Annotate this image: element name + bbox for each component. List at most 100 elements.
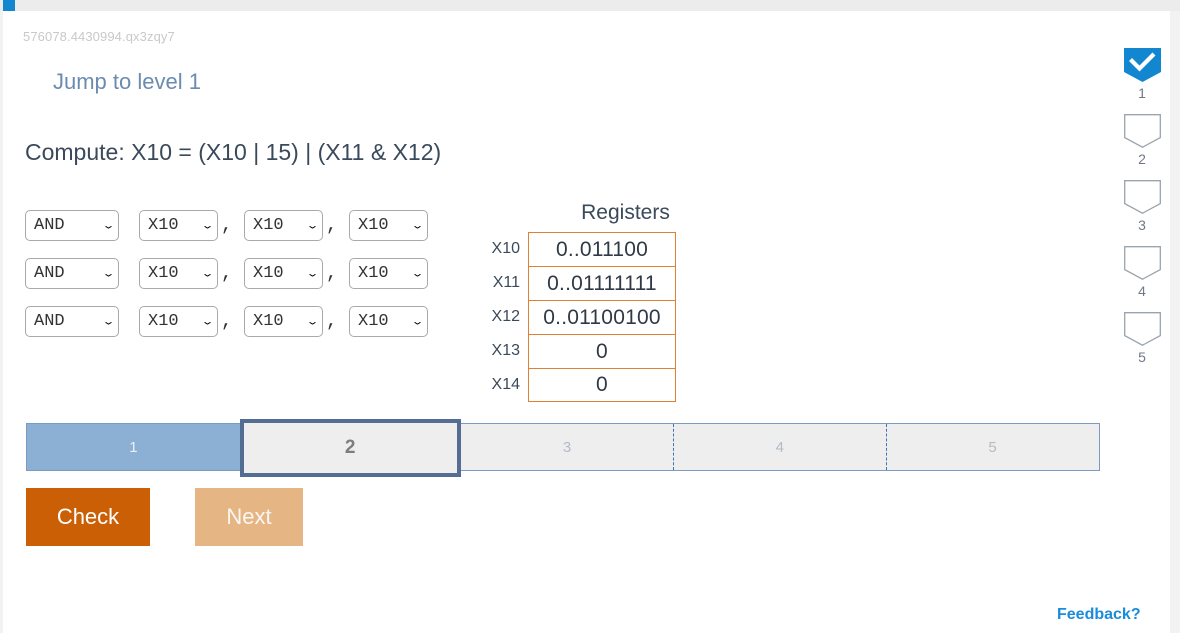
register-2-name: X12 — [491, 308, 520, 325]
register-row: X12 0..01100100 — [483, 300, 723, 334]
separator-comma: , — [221, 262, 233, 284]
instruction-1-rs1-select[interactable]: X10 ⌄ — [244, 257, 323, 289]
chevron-down-icon: ⌄ — [200, 267, 215, 279]
instruction-0-rs1-value: X10 — [253, 215, 284, 235]
checked-shield-icon — [1123, 48, 1161, 82]
instruction-row: AND ⌄ X10 ⌄ , X10 ⌄ , X10 ⌄ — [25, 297, 428, 345]
register-0-value: 0..011100 — [528, 232, 676, 266]
step-4-label: 4 — [775, 438, 784, 456]
instruction-0-rd-value: X10 — [148, 215, 179, 235]
level-badge-2[interactable]: 2 — [1113, 114, 1171, 166]
chevron-down-icon: ⌄ — [305, 219, 320, 231]
registers-title: Registers — [581, 201, 670, 224]
instruction-2-rd-select[interactable]: X10 ⌄ — [139, 305, 218, 337]
activity-id-label: 576078.4430994.qx3zqy7 — [23, 29, 175, 44]
instruction-2-rs2-select[interactable]: X10 ⌄ — [349, 305, 428, 337]
step-progress-bar: 1 2 3 4 5 — [26, 419, 1100, 477]
chevron-down-icon: ⌄ — [200, 315, 215, 327]
separator-comma: , — [221, 214, 233, 236]
chevron-down-icon: ⌄ — [101, 315, 116, 327]
step-1-label: 1 — [129, 438, 138, 456]
register-row: X10 0..011100 — [483, 232, 723, 266]
level-badge-3-label: 3 — [1138, 217, 1146, 233]
step-3[interactable]: 3 — [460, 424, 674, 470]
chevron-down-icon: ⌄ — [410, 315, 425, 327]
instruction-2-rs2-value: X10 — [358, 311, 389, 331]
feedback-link[interactable]: Feedback? — [1057, 606, 1141, 624]
instruction-1-rd-select[interactable]: X10 ⌄ — [139, 257, 218, 289]
browser-top-strip — [0, 0, 1180, 11]
instruction-0-opcode-value: AND — [34, 215, 65, 235]
level-badge-2-label: 2 — [1138, 151, 1146, 167]
chevron-down-icon: ⌄ — [101, 267, 116, 279]
instruction-1-rs2-select[interactable]: X10 ⌄ — [349, 257, 428, 289]
step-4[interactable]: 4 — [673, 424, 887, 470]
instruction-0-rs2-value: X10 — [358, 215, 389, 235]
level-badge-4[interactable]: 4 — [1113, 246, 1171, 298]
chevron-down-icon: ⌄ — [305, 267, 320, 279]
instruction-0-rd-select[interactable]: X10 ⌄ — [139, 209, 218, 241]
instruction-2-rs1-value: X10 — [253, 311, 284, 331]
chevron-down-icon: ⌄ — [410, 219, 425, 231]
step-2-label: 2 — [344, 437, 356, 458]
instruction-0-rs2-select[interactable]: X10 ⌄ — [349, 209, 428, 241]
empty-shield-icon — [1123, 114, 1161, 148]
level-badge-1[interactable]: 1 — [1113, 48, 1171, 100]
chevron-down-icon: ⌄ — [101, 219, 116, 231]
chevron-down-icon: ⌄ — [305, 315, 320, 327]
instruction-row: AND ⌄ X10 ⌄ , X10 ⌄ , X10 ⌄ — [25, 249, 428, 297]
step-3-label: 3 — [562, 438, 572, 456]
page-title: Compute: X10 = (X10 | 15) | (X11 & X12) — [25, 139, 442, 165]
instruction-1-rs1-value: X10 — [253, 263, 284, 283]
register-1-name: X11 — [492, 274, 520, 291]
check-button[interactable]: Check — [26, 488, 150, 546]
activity-content: 576078.4430994.qx3zqy7 Jump to level 1 C… — [3, 11, 1141, 633]
register-3-value: 0 — [528, 334, 676, 368]
separator-comma: , — [326, 310, 338, 332]
step-2[interactable]: 2 — [239, 419, 461, 477]
registers-panel: Registers X10 0..011100 X11 0..01111111 … — [483, 201, 723, 402]
level-badge-4-label: 4 — [1138, 283, 1146, 299]
level-badge-5[interactable]: 5 — [1113, 312, 1171, 364]
instruction-1-opcode-value: AND — [34, 263, 65, 283]
empty-shield-icon — [1123, 246, 1161, 280]
top-left-tab-indicator — [3, 0, 15, 11]
level-badge-5-label: 5 — [1138, 349, 1146, 365]
instruction-1-opcode-select[interactable]: AND ⌄ — [25, 257, 119, 289]
register-4-value: 0 — [528, 368, 676, 402]
register-3-name: X13 — [491, 342, 520, 359]
jump-to-level-link[interactable]: Jump to level 1 — [53, 69, 201, 95]
register-2-value: 0..01100100 — [528, 300, 676, 334]
instruction-2-rs1-select[interactable]: X10 ⌄ — [244, 305, 323, 337]
chevron-down-icon: ⌄ — [410, 267, 425, 279]
step-1[interactable]: 1 — [27, 424, 240, 470]
level-badge-1-label: 1 — [1138, 85, 1146, 101]
register-row: X13 0 — [483, 334, 723, 368]
instruction-editor: AND ⌄ X10 ⌄ , X10 ⌄ , X10 ⌄ AND ⌄ X10 ⌄ … — [25, 201, 428, 345]
empty-shield-icon — [1123, 180, 1161, 214]
register-row: X14 0 — [483, 368, 723, 402]
instruction-0-opcode-select[interactable]: AND ⌄ — [25, 209, 119, 241]
instruction-2-rd-value: X10 — [148, 311, 179, 331]
instruction-1-rd-value: X10 — [148, 263, 179, 283]
empty-shield-icon — [1123, 312, 1161, 346]
instruction-2-opcode-value: AND — [34, 311, 65, 331]
next-button[interactable]: Next — [195, 488, 303, 546]
instruction-row: AND ⌄ X10 ⌄ , X10 ⌄ , X10 ⌄ — [25, 201, 428, 249]
register-4-name: X14 — [491, 376, 520, 393]
separator-comma: , — [221, 310, 233, 332]
step-5-label: 5 — [988, 438, 997, 456]
instruction-0-rs1-select[interactable]: X10 ⌄ — [244, 209, 323, 241]
register-0-name: X10 — [491, 240, 520, 257]
register-row: X11 0..01111111 — [483, 266, 723, 300]
separator-comma: , — [326, 214, 338, 236]
level-badges: 1 2 3 4 5 — [1113, 48, 1171, 378]
level-badge-3[interactable]: 3 — [1113, 180, 1171, 232]
step-5[interactable]: 5 — [886, 424, 1099, 470]
action-buttons: Check Next — [26, 488, 303, 546]
separator-comma: , — [326, 262, 338, 284]
register-1-value: 0..01111111 — [528, 266, 676, 300]
instruction-2-opcode-select[interactable]: AND ⌄ — [25, 305, 119, 337]
chevron-down-icon: ⌄ — [200, 219, 215, 231]
instruction-1-rs2-value: X10 — [358, 263, 389, 283]
